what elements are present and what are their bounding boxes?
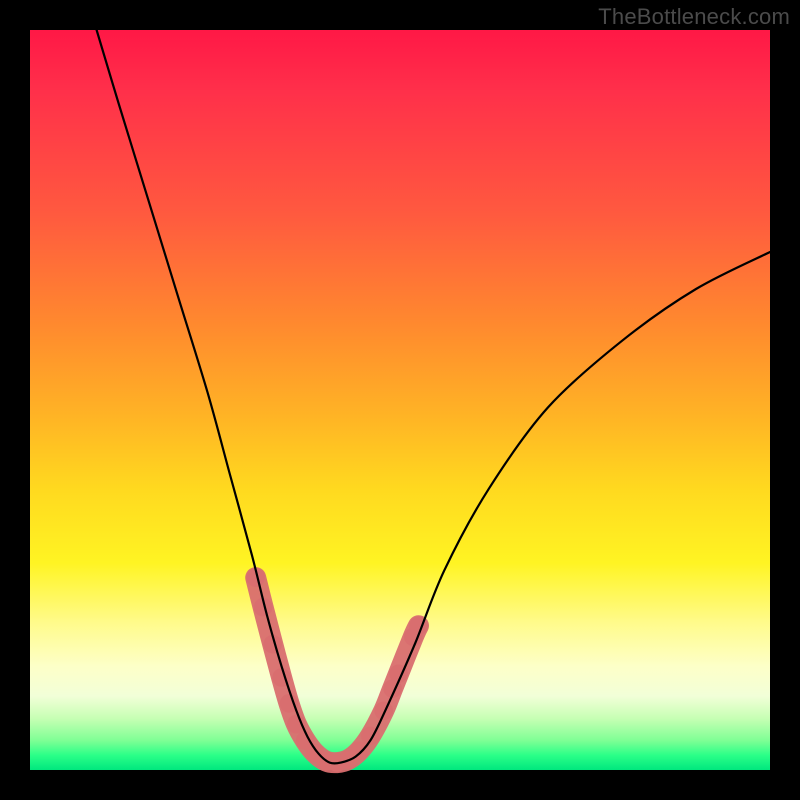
marker-group	[246, 568, 427, 772]
chart-frame: TheBottleneck.com	[0, 0, 800, 800]
plot-area	[30, 30, 770, 770]
bottleneck-curve	[97, 30, 770, 763]
marker-dot	[374, 702, 393, 721]
watermark-text: TheBottleneck.com	[598, 4, 790, 30]
curve-layer	[30, 30, 770, 770]
marker-dot	[287, 715, 306, 734]
